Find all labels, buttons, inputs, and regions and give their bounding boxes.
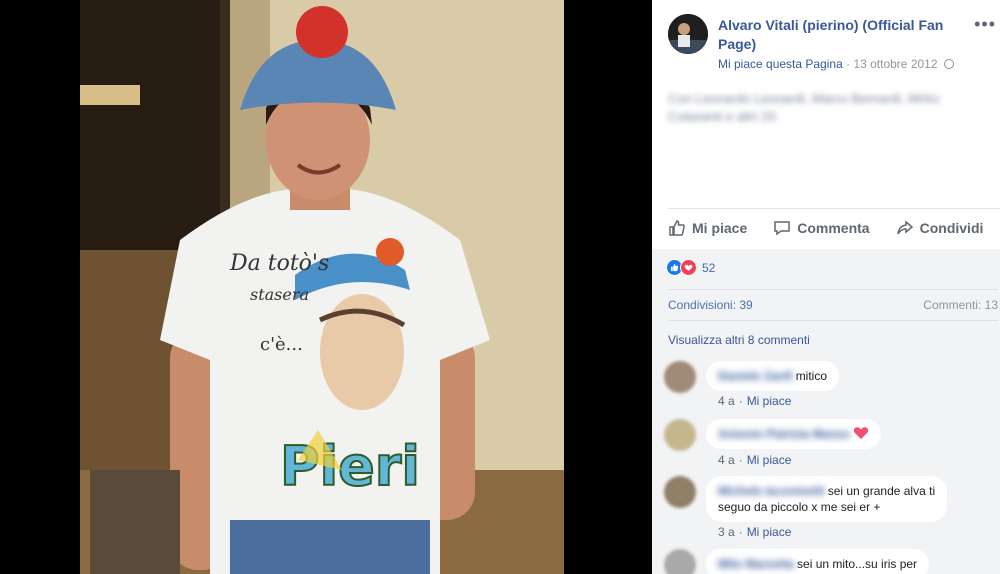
post-sidebar: Alvaro Vitali (pierino) (Official Fan Pa… [652, 0, 1000, 574]
comment-meta: 3 a · Mi piace [718, 525, 792, 539]
post-meta: Mi piace questa Pagina · 13 ottobre 2012 [718, 57, 954, 71]
like-button[interactable]: Mi piace [668, 219, 747, 237]
comments-count-link[interactable]: Commenti: 13 [923, 298, 998, 312]
like-page-link[interactable]: Mi piace questa Pagina [718, 57, 843, 71]
view-more-comments-link[interactable]: Visualizza altri 8 commenti [668, 333, 810, 347]
post-actions: Mi piace Commenta Condividi [668, 208, 1000, 246]
comment-text: mitico [795, 369, 828, 383]
comment-time[interactable]: 4 a [718, 394, 735, 408]
comment-time[interactable]: 4 a [718, 453, 735, 467]
svg-text:Da totò's: Da totò's [229, 251, 329, 276]
comment-meta: 4 a · Mi piace [718, 453, 792, 467]
commenter-name[interactable]: Daniele Zanfi [718, 369, 793, 383]
comment-like-link[interactable]: Mi piace [747, 453, 792, 467]
more-options-icon[interactable]: ••• [974, 14, 996, 35]
like-label: Mi piace [692, 219, 748, 236]
page-avatar[interactable] [668, 14, 708, 54]
reaction-count: 52 [702, 260, 716, 275]
svg-text:stasera: stasera [250, 285, 309, 304]
comment-bubble: Daniele Zanfi mitico [706, 361, 840, 391]
comment-text-line2: seguo da piccolo x me sei er + [718, 500, 881, 514]
comment-time[interactable]: 3 a [718, 525, 735, 539]
commenter-name[interactable]: Antonio Patrizia Manzo [718, 427, 850, 441]
comment-text: sei un mito...su iris per [797, 557, 918, 571]
photo-viewer: Da totò's stasera c'è... Pieri Alvaro Vi… [0, 0, 1000, 574]
globe-icon [943, 59, 954, 69]
photo-pane: Da totò's stasera c'è... Pieri [0, 0, 652, 574]
commenter-avatar[interactable] [664, 476, 696, 508]
shares-comments-row: Condivisioni: 39 Commenti: 13 [668, 289, 998, 321]
post-date[interactable]: 13 ottobre 2012 [853, 57, 937, 71]
comment-text: sei un grande alva ti [827, 484, 936, 498]
comment-like-link[interactable]: Mi piace [747, 394, 792, 408]
svg-text:Pieri: Pieri [280, 435, 420, 498]
comment-bubble: Milo Marzetta sei un mito...su iris per [706, 549, 930, 574]
comment-icon [774, 220, 790, 235]
thumbs-up-icon [669, 219, 685, 236]
commenter-avatar[interactable] [664, 419, 696, 451]
comment-meta: 4 a · Mi piace [718, 394, 792, 408]
comment-bubble: Antonio Patrizia Manzo [706, 419, 881, 449]
commenter-name[interactable]: Milo Marzetta [718, 557, 794, 571]
commenter-avatar[interactable] [664, 361, 696, 393]
share-button[interactable]: Condividi [896, 219, 984, 237]
share-icon [896, 219, 913, 234]
page-name-link[interactable]: Alvaro Vitali (pierino) (Official Fan Pa… [718, 16, 970, 54]
svg-text:c'è...: c'è... [260, 334, 303, 355]
comment-like-link[interactable]: Mi piace [747, 525, 792, 539]
meta-separator: · [846, 57, 851, 71]
reactions-summary[interactable]: 52 [666, 259, 715, 276]
commenter-avatar[interactable] [664, 549, 696, 574]
heart-emoji-icon [853, 427, 869, 439]
post-photo[interactable]: Da totò's stasera c'è... Pieri [80, 0, 564, 574]
love-reaction-icon [680, 259, 697, 276]
commenter-name[interactable]: Michele Iacovinetti [718, 484, 825, 498]
share-label: Condividi [919, 219, 984, 236]
comment-label: Commenta [797, 219, 870, 236]
comment-button[interactable]: Commenta [773, 219, 870, 237]
shares-count-link[interactable]: Condivisioni: 39 [668, 298, 753, 312]
comment-bubble: Michele Iacovinetti sei un grande alva ti… [706, 476, 948, 522]
post-header: Alvaro Vitali (pierino) (Official Fan Pa… [668, 12, 995, 76]
post-caption: Con Leonardo Leonardi, Marco Bernardi, M… [668, 91, 940, 124]
